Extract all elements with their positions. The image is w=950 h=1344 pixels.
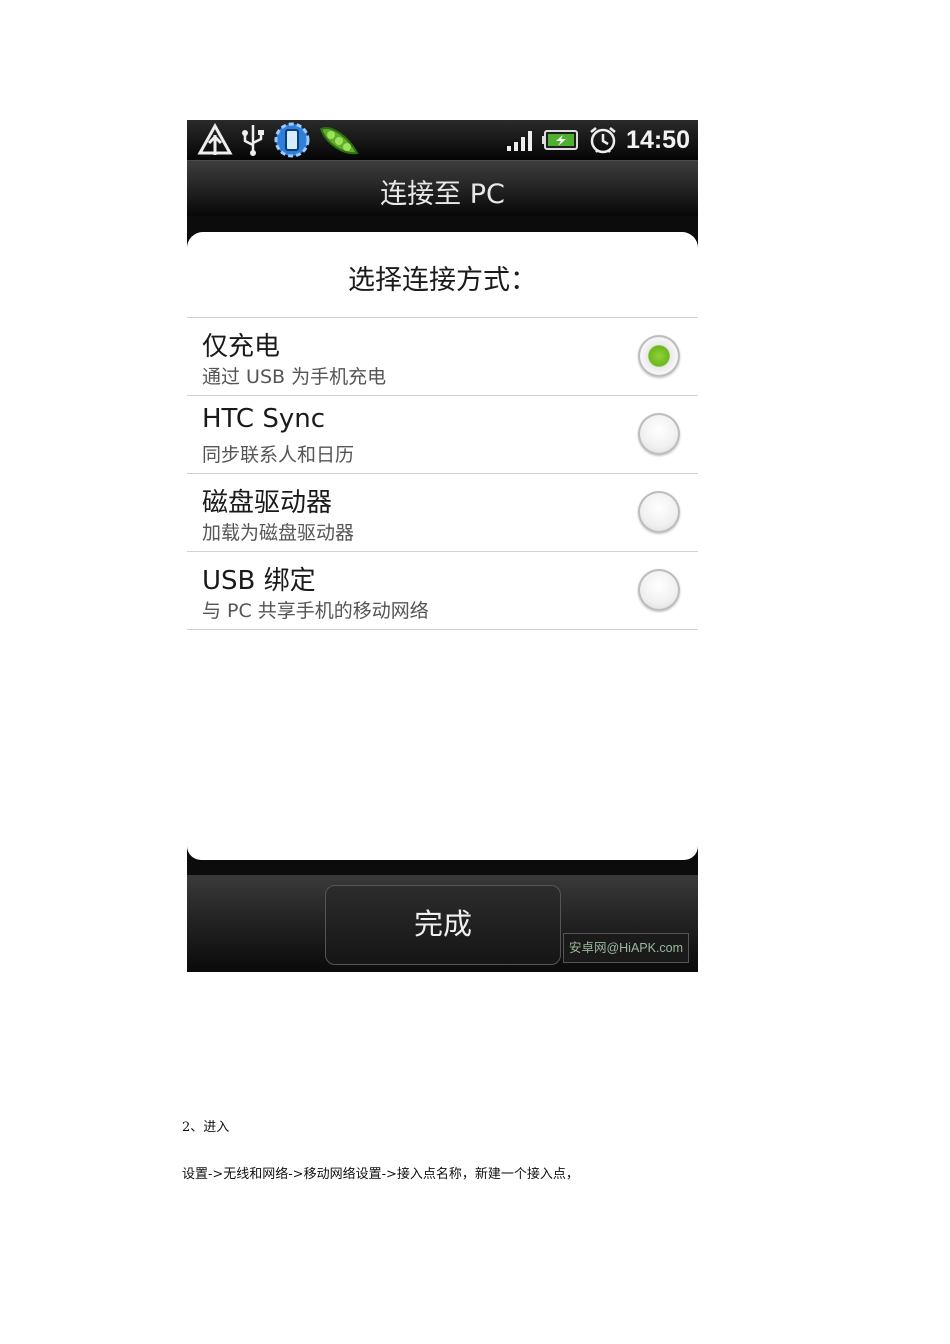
option-htc-sync[interactable]: HTC Sync 同步联系人和日历 — [187, 396, 698, 474]
document-path-text: 设置->无线和网络->移动网络设置->接入点名称，新建一个接入点， — [182, 1167, 579, 1182]
battery-charging-icon — [542, 130, 579, 150]
phone-sync-icon — [274, 122, 310, 158]
phone-screenshot: 14:50 连接至 PC 选择连接方式： 仅充电 通过 USB 为手机充电 HT… — [187, 120, 698, 972]
connection-dialog: 选择连接方式： 仅充电 通过 USB 为手机充电 HTC Sync 同步联系人和… — [187, 232, 698, 860]
dialog-prompt: 选择连接方式： — [348, 265, 537, 296]
option-subtitle: 同步联系人和日历 — [202, 444, 355, 466]
option-subtitle: 加载为磁盘驱动器 — [202, 522, 355, 544]
option-title: 仅充电 — [202, 332, 281, 362]
signal-strength-icon — [507, 131, 533, 151]
signal-alert-icon — [197, 123, 233, 155]
alarm-clock-icon — [590, 127, 616, 154]
watermark: 安卓网@HiAPK.com — [563, 933, 689, 963]
option-title: HTC Sync — [202, 404, 325, 434]
radio-unselected[interactable] — [638, 413, 680, 455]
option-usb-tethering[interactable]: USB 绑定 与 PC 共享手机的移动网络 — [187, 552, 698, 630]
peapod-icon — [319, 127, 359, 155]
system-icons: 14:50 — [506, 120, 690, 160]
done-button[interactable]: 完成 — [325, 885, 561, 965]
bottom-bar: 完成 安卓网@HiAPK.com — [187, 875, 698, 972]
radio-unselected[interactable] — [638, 569, 680, 611]
title-bar: 连接至 PC — [187, 160, 698, 216]
option-title: 磁盘驱动器 — [202, 488, 333, 518]
notification-icons — [197, 122, 361, 158]
radio-selected[interactable] — [638, 335, 680, 377]
option-subtitle: 通过 USB 为手机充电 — [202, 366, 387, 388]
option-charge-only[interactable]: 仅充电 通过 USB 为手机充电 — [187, 318, 698, 396]
usb-icon — [242, 125, 264, 156]
status-bar: 14:50 — [187, 120, 698, 160]
option-subtitle: 与 PC 共享手机的移动网络 — [202, 600, 429, 622]
page-title: 连接至 PC — [380, 179, 505, 210]
document-step-text: 2、进入 — [182, 1120, 230, 1135]
status-clock: 14:50 — [626, 125, 690, 154]
connection-options-list: 仅充电 通过 USB 为手机充电 HTC Sync 同步联系人和日历 磁盘驱动器… — [187, 317, 698, 630]
option-disk-drive[interactable]: 磁盘驱动器 加载为磁盘驱动器 — [187, 474, 698, 552]
option-title: USB 绑定 — [202, 566, 316, 596]
radio-unselected[interactable] — [638, 491, 680, 533]
